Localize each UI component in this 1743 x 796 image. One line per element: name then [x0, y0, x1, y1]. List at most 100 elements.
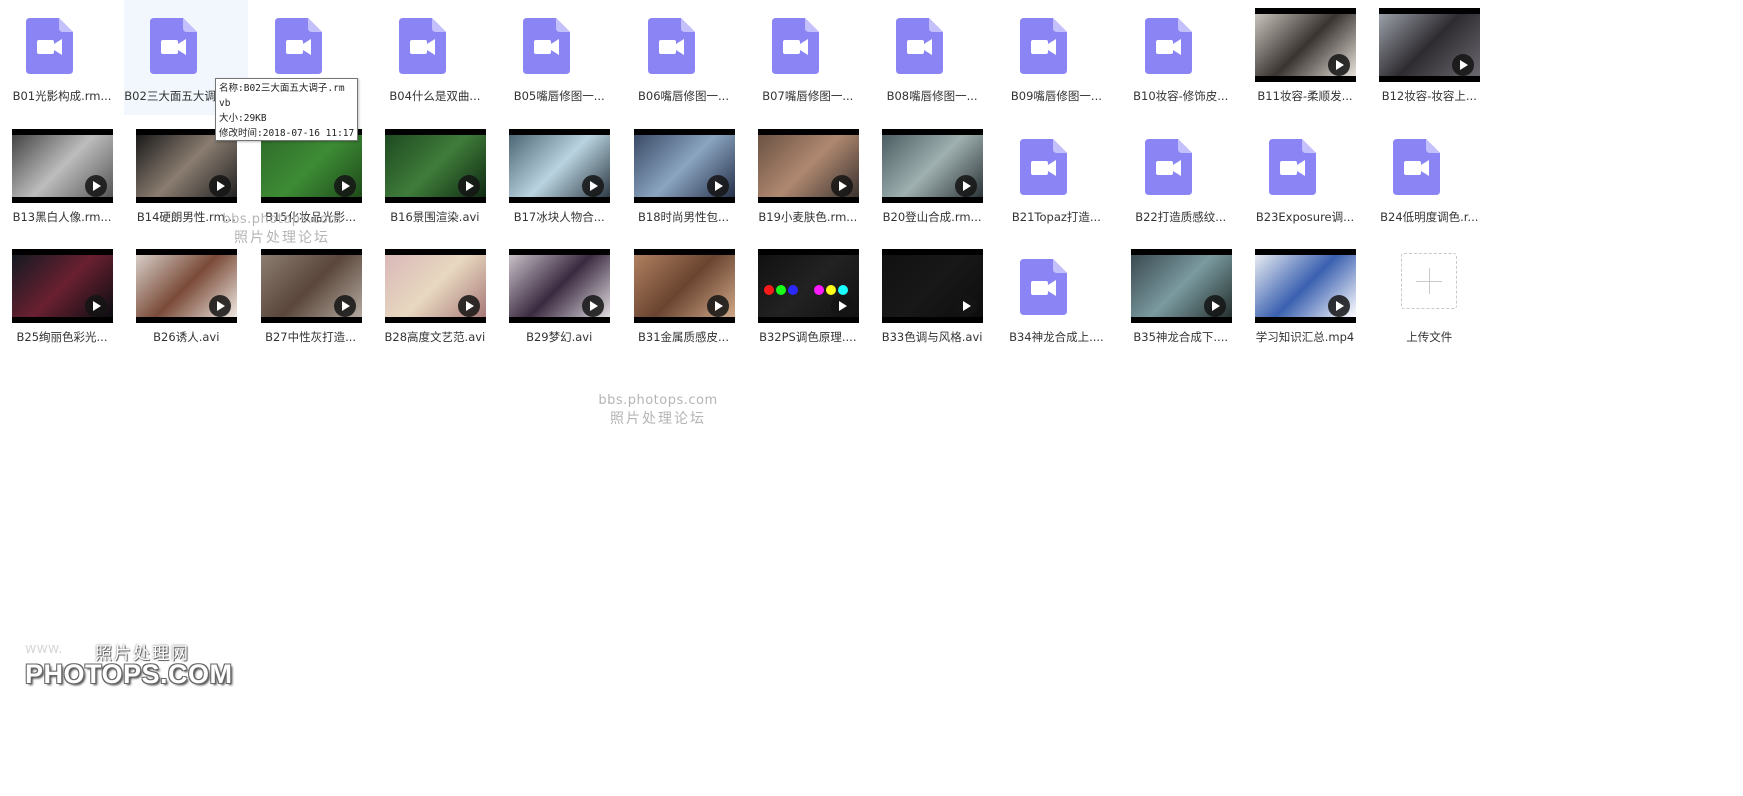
file-name: B32PS调色原理....	[759, 330, 857, 344]
plus-icon[interactable]	[1401, 253, 1458, 309]
upload-label: 上传文件	[1406, 330, 1453, 344]
video-thumbnail	[509, 249, 611, 323]
color-dot	[825, 285, 836, 295]
file-item[interactable]: B24低明度调色.r...	[1367, 121, 1491, 236]
file-item[interactable]: B06嘴唇修图一...	[622, 0, 746, 115]
color-dot	[837, 285, 848, 295]
file-item[interactable]: B18时尚男性包...	[622, 121, 746, 236]
play-icon	[1328, 54, 1350, 76]
file-name: B18时尚男性包...	[638, 209, 729, 224]
file-item[interactable]: B23Exposure调...	[1243, 121, 1367, 236]
file-name: B19小麦肤色.rm...	[758, 209, 858, 224]
file-name: B08嘴唇修图一...	[886, 89, 978, 103]
video-file-icon	[1269, 138, 1316, 195]
play-icon	[85, 174, 107, 197]
file-item[interactable]: B27中性灰打造...	[249, 241, 373, 356]
watermark-forum-name: 照片处理论坛	[610, 411, 706, 427]
file-item[interactable]: B25绚丽色彩光...	[0, 241, 124, 356]
logo-big: PHOTOPS.COM	[25, 659, 233, 689]
file-name: B29梦幻.avi	[526, 330, 593, 344]
video-thumbnail	[136, 249, 238, 323]
file-name: B09嘴唇修图一...	[1010, 89, 1102, 103]
video-thumbnail	[757, 128, 859, 203]
video-thumbnail	[633, 128, 735, 203]
file-item[interactable]: B21Topaz打造...	[994, 121, 1118, 236]
file-item[interactable]: B26诱人.avi	[124, 241, 248, 356]
video-thumbnail	[882, 128, 984, 203]
file-item[interactable]: B01光影构成.rm...	[0, 0, 124, 115]
video-file-icon	[1020, 138, 1068, 195]
file-item[interactable]: B12妆容-妆容上...	[1367, 0, 1491, 115]
play-icon	[706, 174, 729, 197]
file-name: B33色调与风格.avi	[881, 330, 983, 344]
file-name: B11妆容-柔顺发...	[1257, 89, 1353, 103]
play-icon	[706, 295, 729, 317]
play-icon	[1328, 295, 1350, 317]
video-file-icon	[1144, 138, 1192, 195]
watermark-forum-name: 照片处理论坛	[234, 230, 330, 246]
file-item[interactable]: B31金属质感皮...	[622, 241, 746, 356]
file-item[interactable]: B19小麦肤色.rm...	[746, 121, 870, 236]
file-item[interactable]: B08嘴唇修图一...	[870, 0, 994, 115]
file-item[interactable]: B10妆容-修饰皮...	[1119, 0, 1243, 115]
upload-file-tile[interactable]: 上传文件	[1367, 241, 1491, 356]
play-icon	[457, 174, 480, 197]
file-name: B23Exposure调...	[1255, 209, 1355, 224]
file-item[interactable]: B29梦幻.avi	[497, 241, 621, 356]
file-name: B24低明度调色.r...	[1380, 209, 1479, 224]
video-file-icon	[1144, 18, 1192, 74]
play-icon	[209, 174, 232, 197]
play-icon	[582, 174, 605, 197]
watermark-url: bbs.photops.com	[598, 393, 718, 408]
tooltip-name: 名称:B02三大面五大调子.rm	[219, 83, 345, 94]
video-file-icon	[1393, 138, 1441, 195]
file-info-tooltip: 名称:B02三大面五大调子.rm vb 大小:29KB 修改时间:2018-07…	[215, 78, 358, 141]
file-item[interactable]: B04什么是双曲...	[373, 0, 497, 115]
color-dot	[813, 285, 824, 295]
file-item[interactable]: B22打造质感纹...	[1119, 121, 1243, 236]
video-thumbnail	[1255, 8, 1356, 82]
file-item[interactable]: B07嘴唇修图一...	[746, 0, 870, 115]
video-thumbnail	[757, 249, 859, 323]
color-dot	[775, 285, 786, 295]
file-name: B04什么是双曲...	[389, 89, 481, 103]
video-thumbnail	[384, 249, 486, 323]
watermark-forum-1: bbs.photops.com 照片处理论坛	[222, 212, 342, 247]
file-item[interactable]: B11妆容-柔顺发...	[1243, 0, 1367, 115]
video-file-icon	[274, 18, 322, 74]
file-item[interactable]: 学习知识汇总.mp4	[1243, 241, 1367, 356]
video-file-icon	[398, 18, 446, 74]
video-thumbnail	[633, 249, 735, 323]
file-item[interactable]: B28高度文艺范.avi	[373, 241, 497, 356]
file-name: B13黑白人像.rm...	[12, 209, 112, 224]
video-thumbnail	[1255, 249, 1356, 323]
photops-logo-watermark: www. 照片处理网 PHOTOPS.COM	[25, 641, 232, 693]
file-item[interactable]: B17冰块人物合...	[497, 121, 621, 236]
file-name: B31金属质感皮...	[638, 330, 729, 344]
file-name: B05嘴唇修图一...	[513, 89, 605, 103]
file-name: B06嘴唇修图一...	[638, 89, 729, 103]
file-item[interactable]: B09嘴唇修图一...	[994, 0, 1118, 115]
tooltip-size: 大小:29KB	[219, 113, 267, 124]
video-file-icon	[26, 18, 73, 74]
file-name: B10妆容-修饰皮...	[1133, 89, 1229, 103]
file-item[interactable]: B13黑白人像.rm...	[0, 121, 124, 236]
video-thumbnail	[12, 249, 113, 323]
file-item[interactable]: B05嘴唇修图一...	[497, 0, 621, 115]
video-thumbnail	[12, 128, 113, 203]
file-name: B21Topaz打造...	[1011, 209, 1101, 224]
video-file-icon	[771, 18, 819, 74]
watermark-url: bbs.photops.com	[222, 212, 342, 227]
file-item[interactable]: B16景围渲染.avi	[373, 121, 497, 236]
video-file-icon	[647, 18, 695, 74]
play-icon	[955, 174, 978, 197]
video-thumbnail	[882, 249, 984, 323]
file-item[interactable]: B33色调与风格.avi	[870, 241, 994, 356]
play-icon	[830, 174, 853, 197]
tooltip-name-cont: vb	[219, 98, 231, 109]
file-item[interactable]: B34神龙合成上....	[994, 241, 1118, 356]
file-item[interactable]: B35神龙合成下....	[1119, 241, 1243, 356]
color-dot	[763, 285, 774, 295]
file-item[interactable]: B32PS调色原理....	[746, 241, 870, 356]
file-item[interactable]: B20登山合成.rm...	[870, 121, 994, 236]
